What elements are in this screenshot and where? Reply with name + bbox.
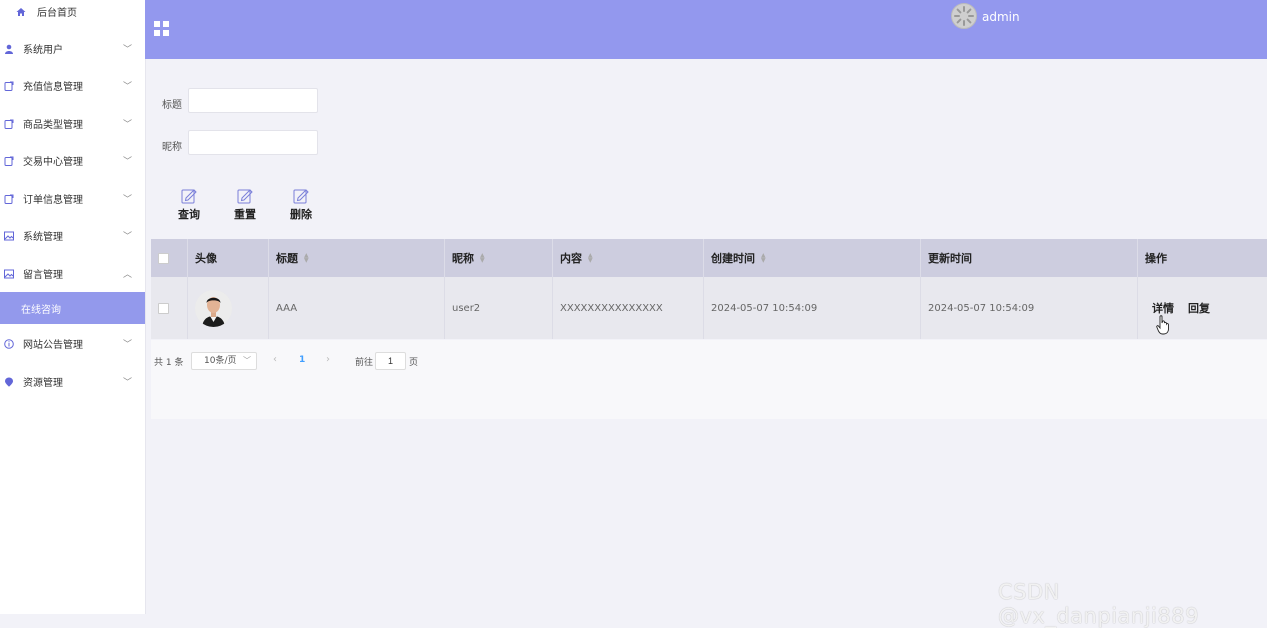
sidebar-item-messages[interactable]: 留言管理 ︿ (0, 255, 145, 292)
column-header-actions: 操作 (1137, 239, 1267, 277)
table-header: 头像 标题 ▲ ▼ 昵称 ▲ ▼ 内容 ▲ ▼ 创建时间 ▲ ▼ 更新时间 操作 (151, 239, 1267, 277)
username-label[interactable]: admin (982, 10, 1020, 24)
edit-icon (293, 189, 309, 204)
sidebar-item-orders[interactable]: 订单信息管理 ﹀ (0, 180, 145, 217)
home-icon (16, 7, 26, 17)
content-cell: XXXXXXXXXXXXXXX (552, 277, 703, 339)
edit-icon (181, 189, 197, 204)
sidebar-item-system[interactable]: 系统管理 ﹀ (0, 217, 145, 254)
row-checkbox[interactable] (158, 302, 169, 314)
sidebar-item-label: 订单信息管理 (23, 195, 83, 206)
select-all-cell (151, 239, 187, 277)
page-size-select[interactable]: 10条/页 ﹀ (191, 352, 257, 370)
column-header-content[interactable]: 内容 ▲ ▼ (552, 239, 703, 277)
sidebar-item-label: 网站公告管理 (23, 340, 83, 351)
menu-toggle-icon[interactable] (154, 21, 169, 36)
next-page-icon[interactable]: › (326, 354, 330, 365)
sidebar-item-label: 在线咨询 (21, 304, 61, 316)
chevron-down-icon: ﹀ (122, 120, 132, 130)
table-row: AAA user2 XXXXXXXXXXXXXXX 2024-05-07 10:… (151, 277, 1267, 339)
nickname-cell: user2 (444, 277, 552, 339)
avatar (195, 289, 232, 327)
top-header: admin (145, 0, 1267, 59)
nickname-search-input[interactable] (188, 130, 318, 155)
sidebar-item-trading[interactable]: 交易中心管理 ﹀ (0, 142, 145, 179)
sort-icon[interactable]: ▲ ▼ (761, 253, 766, 264)
sidebar-item-announcements[interactable]: 网站公告管理 ﹀ (0, 325, 145, 362)
delete-button[interactable]: 删除 (286, 188, 316, 222)
image-icon (4, 269, 14, 279)
user-icon (4, 44, 14, 54)
goto-label: 前往 (355, 358, 374, 368)
document-icon (4, 119, 14, 129)
sort-icon[interactable]: ▲ ▼ (480, 253, 485, 264)
document-icon (4, 156, 14, 166)
image-icon (4, 231, 14, 241)
chevron-down-icon: ﹀ (122, 157, 132, 167)
chevron-down-icon: ﹀ (122, 340, 132, 350)
info-circle-icon (4, 338, 14, 349)
sort-icon[interactable]: ▲ ▼ (304, 253, 309, 264)
chevron-down-icon: ﹀ (122, 82, 132, 92)
document-icon (4, 81, 14, 91)
sidebar-item-label: 系统管理 (23, 232, 63, 243)
column-header-created[interactable]: 创建时间 ▲ ▼ (703, 239, 920, 277)
hand-cursor-icon (1156, 315, 1169, 335)
column-header-avatar: 头像 (187, 239, 268, 277)
sidebar-item-users[interactable]: 系统用户 ﹀ (0, 30, 145, 67)
sidebar-item-product-types[interactable]: 商品类型管理 ﹀ (0, 105, 145, 142)
row-select-cell (151, 277, 187, 339)
chevron-down-icon: ﹀ (122, 45, 132, 55)
chevron-down-icon: ﹀ (122, 378, 132, 388)
query-button[interactable]: 查询 (174, 188, 204, 222)
chevron-up-icon: ︿ (122, 270, 132, 280)
watermark: CSDN @vx_danpianji889 (998, 580, 1199, 628)
reset-label: 重置 (234, 208, 256, 221)
location-icon (4, 377, 14, 387)
title-label: 标题 (162, 100, 182, 111)
chevron-down-icon: ﹀ (243, 356, 251, 365)
query-label: 查询 (178, 208, 200, 221)
page-number[interactable]: 1 (299, 355, 305, 365)
goto-page-input[interactable] (375, 352, 406, 370)
column-header-nickname[interactable]: 昵称 ▲ ▼ (444, 239, 552, 277)
sidebar-item-label: 留言管理 (23, 270, 63, 281)
sidebar-item-recharge[interactable]: 充值信息管理 ﹀ (0, 67, 145, 104)
chevron-down-icon: ﹀ (122, 232, 132, 242)
prev-page-icon[interactable]: ‹ (273, 354, 277, 365)
sidebar: 后台首页 系统用户 ﹀ 充值信息管理 ﹀ 商品类型管理 ﹀ 交易中心管理 ﹀ 订… (0, 0, 146, 614)
total-count: 共 1 条 (154, 358, 184, 368)
title-cell: AAA (268, 277, 444, 339)
chevron-down-icon: ﹀ (122, 195, 132, 205)
sidebar-item-label: 交易中心管理 (23, 157, 83, 168)
sidebar-item-label: 资源管理 (23, 378, 63, 389)
sidebar-item-label: 系统用户 (23, 45, 63, 56)
edit-icon (237, 189, 253, 204)
column-header-title[interactable]: 标题 ▲ ▼ (268, 239, 444, 277)
nickname-label: 昵称 (162, 142, 182, 153)
sidebar-item-label: 后台首页 (37, 8, 77, 19)
column-header-updated: 更新时间 (920, 239, 1137, 277)
sort-icon[interactable]: ▲ ▼ (588, 253, 593, 264)
select-all-checkbox[interactable] (158, 252, 169, 264)
sidebar-item-home[interactable]: 后台首页 (0, 0, 145, 30)
sidebar-item-resources[interactable]: 资源管理 ﹀ (0, 363, 145, 400)
updated-time-cell: 2024-05-07 10:54:09 (920, 277, 1137, 339)
sidebar-item-label: 商品类型管理 (23, 120, 83, 131)
reply-button[interactable]: 回复 (1188, 300, 1210, 316)
avatar[interactable] (951, 3, 977, 29)
created-time-cell: 2024-05-07 10:54:09 (703, 277, 920, 339)
page-suffix-label: 页 (409, 358, 419, 368)
detail-button[interactable]: 详情 (1152, 300, 1174, 316)
pagination: 共 1 条 10条/页 ﹀ ‹ 1 › 前往 页 (151, 340, 1267, 419)
reset-button[interactable]: 重置 (230, 188, 260, 222)
title-search-input[interactable] (188, 88, 318, 113)
delete-label: 删除 (290, 208, 312, 221)
avatar-cell (187, 277, 268, 339)
sidebar-item-label: 充值信息管理 (23, 82, 83, 93)
sidebar-item-online-consult[interactable]: 在线咨询 (0, 292, 145, 324)
document-icon (4, 194, 14, 204)
